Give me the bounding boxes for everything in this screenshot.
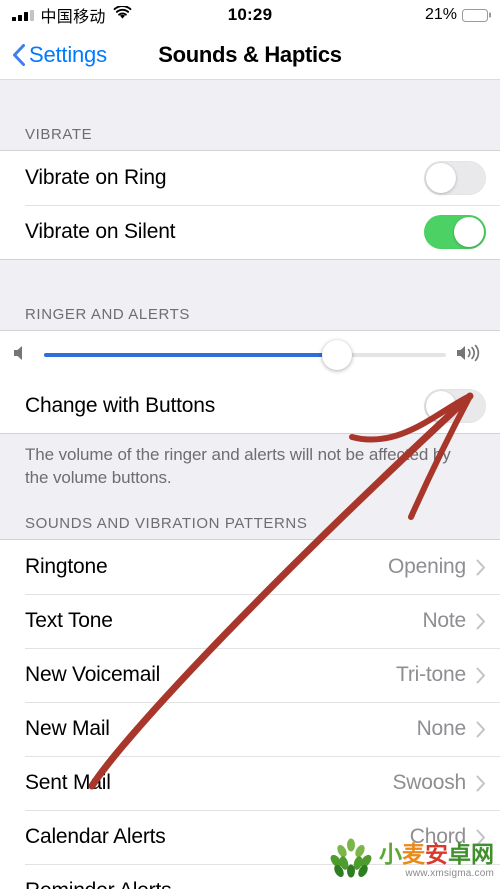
row-change-with-buttons[interactable]: Change with Buttons — [0, 379, 500, 433]
battery-percent-label: 21% — [424, 6, 457, 23]
row-value: Tri-tone — [396, 663, 466, 687]
row-label: Text Tone — [25, 609, 113, 633]
chevron-right-icon — [476, 721, 486, 738]
row-ringtone[interactable]: Ringtone Opening — [0, 540, 500, 595]
row-label: New Voicemail — [25, 663, 161, 687]
row-label: Vibrate on Ring — [25, 166, 167, 189]
row-new-mail[interactable]: New Mail None — [0, 702, 500, 757]
chevron-right-icon — [476, 559, 486, 576]
row-label: New Mail — [25, 717, 110, 741]
watermark-name: 小麦安卓网 — [379, 840, 494, 867]
group-ringer: Change with Buttons — [0, 330, 500, 434]
row-label: Ringtone — [25, 555, 108, 579]
watermark: 小麦安卓网 www.xmsigma.com — [328, 838, 494, 883]
group-vibrate: Vibrate on Ring Vibrate on Silent — [0, 150, 500, 260]
vibrate-on-silent-toggle[interactable] — [424, 215, 486, 249]
row-sent-mail[interactable]: Sent Mail Swoosh — [0, 756, 500, 811]
row-label: Vibrate on Silent — [25, 220, 176, 243]
section-header-vibrate: VIBRATE — [0, 116, 500, 150]
vibrate-on-ring-toggle[interactable] — [424, 161, 486, 195]
watermark-url: www.xmsigma.com — [405, 867, 494, 879]
status-bar-right: 21% — [250, 6, 491, 24]
speaker-high-icon — [456, 343, 486, 368]
section-header-ringer: RINGER AND ALERTS — [0, 296, 500, 330]
navigation-bar: Settings Sounds & Haptics — [0, 30, 500, 80]
wheat-logo-icon — [328, 838, 374, 883]
row-new-voicemail[interactable]: New Voicemail Tri-tone — [0, 648, 500, 703]
chevron-right-icon — [476, 613, 486, 630]
group-patterns: Ringtone Opening Text Tone Note New Voic… — [0, 539, 500, 889]
row-label: Sent Mail — [25, 771, 111, 795]
chevron-right-icon — [476, 775, 486, 792]
row-vibrate-on-silent[interactable]: Vibrate on Silent — [0, 205, 500, 259]
row-value: Opening — [388, 555, 466, 579]
chevron-right-icon — [476, 667, 486, 684]
section-header-patterns: SOUNDS AND VIBRATION PATTERNS — [0, 505, 500, 540]
row-value: Note — [422, 609, 466, 633]
status-bar: 中国移动 10:29 21% — [0, 0, 500, 30]
spacer-ringer — [0, 260, 500, 296]
ringer-footnote: The volume of the ringer and alerts will… — [0, 434, 500, 506]
row-value: Swoosh — [392, 771, 466, 795]
volume-slider-thumb[interactable] — [322, 340, 353, 370]
page-title: Sounds & Haptics — [158, 41, 342, 67]
row-label: Change with Buttons — [25, 394, 215, 417]
row-text-tone[interactable]: Text Tone Note — [0, 594, 500, 649]
iphone-screen: 中国移动 10:29 21% Settings Sounds & Haptics… — [0, 0, 500, 889]
ringer-volume-slider-row[interactable] — [0, 331, 500, 379]
spacer-top — [0, 80, 500, 116]
change-with-buttons-toggle[interactable] — [424, 389, 486, 423]
volume-slider-track[interactable] — [44, 340, 446, 370]
speaker-low-icon — [12, 343, 34, 368]
row-vibrate-on-ring[interactable]: Vibrate on Ring — [0, 151, 500, 205]
battery-icon — [462, 8, 491, 22]
row-value: None — [416, 717, 467, 741]
watermark-text: 小麦安卓网 www.xmsigma.com — [379, 840, 494, 879]
